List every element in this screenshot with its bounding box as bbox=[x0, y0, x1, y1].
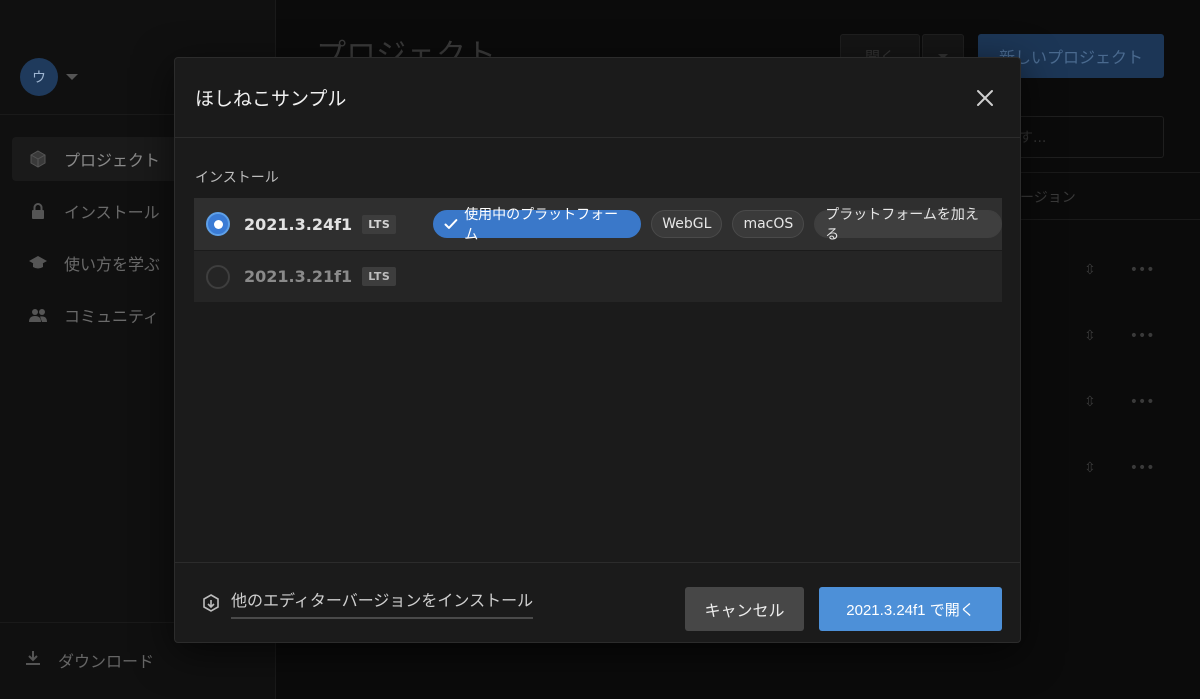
download-label: ダウンロード bbox=[58, 652, 155, 671]
chevron-down-icon[interactable] bbox=[66, 74, 78, 80]
chip-label: 使用中のプラットフォーム bbox=[464, 207, 619, 243]
graduation-cap-icon bbox=[28, 253, 48, 273]
install-other-version-link[interactable]: 他のエディターバージョンをインストール bbox=[201, 587, 534, 619]
dialog-title: ほしねこサンプル bbox=[195, 88, 347, 110]
checkmark-icon bbox=[444, 219, 458, 229]
lts-badge: LTS bbox=[362, 214, 397, 234]
sidebar-item-label: プロジェクト bbox=[64, 151, 161, 170]
avatar[interactable]: ウ bbox=[20, 58, 58, 96]
download-icon bbox=[24, 649, 42, 671]
project-row-controls: ⇳ ••• bbox=[1084, 328, 1155, 344]
webgl-platform-chip[interactable]: WebGL bbox=[651, 210, 723, 238]
version-radio[interactable] bbox=[206, 264, 230, 289]
account-menu[interactable]: ウ bbox=[20, 58, 78, 96]
project-row-controls: ⇳ ••• bbox=[1084, 460, 1155, 476]
download-button[interactable]: ダウンロード bbox=[24, 648, 154, 672]
sort-icon[interactable]: ⇳ bbox=[1084, 460, 1096, 476]
cancel-button[interactable]: キャンセル bbox=[685, 587, 804, 631]
search-input[interactable]: す... bbox=[1010, 116, 1164, 158]
install-other-version-label: 他のエディターバージョンをインストール bbox=[231, 587, 534, 619]
platform-chips: 使用中のプラットフォーム WebGL macOS プラットフォームを加える bbox=[433, 207, 1002, 243]
section-label: インストール bbox=[195, 170, 279, 186]
sidebar-item-label: 使い方を学ぶ bbox=[64, 255, 161, 274]
sidebar-item-label: コミュニティ bbox=[64, 307, 160, 326]
version-radio-selected[interactable] bbox=[206, 212, 230, 236]
more-icon[interactable]: ••• bbox=[1130, 262, 1155, 278]
more-icon[interactable]: ••• bbox=[1130, 328, 1155, 344]
project-row-controls: ⇳ ••• bbox=[1084, 262, 1155, 278]
macos-platform-chip[interactable]: macOS bbox=[732, 210, 805, 238]
sort-icon[interactable]: ⇳ bbox=[1084, 262, 1096, 278]
cube-icon bbox=[28, 149, 48, 169]
more-icon[interactable]: ••• bbox=[1130, 394, 1155, 410]
sidebar-item-label: インストール bbox=[64, 203, 160, 222]
install-package-icon bbox=[203, 594, 219, 612]
in-use-platform-chip[interactable]: 使用中のプラットフォーム bbox=[433, 207, 642, 243]
dialog-header: ほしねこサンプル bbox=[175, 58, 1020, 138]
lts-badge: LTS bbox=[362, 267, 397, 286]
version-number: 2021.3.21f1 bbox=[244, 267, 353, 286]
sort-icon[interactable]: ⇳ bbox=[1084, 328, 1096, 344]
add-platform-chip[interactable]: プラットフォームを加える bbox=[814, 207, 1002, 243]
lock-icon bbox=[28, 201, 48, 221]
dialog-footer: 他のエディターバージョンをインストール キャンセル 2021.3.24f1 で開… bbox=[175, 562, 1020, 642]
editor-version-dialog: ほしねこサンプル インストール 2021.3.24f1 LTS 使用中のプラット… bbox=[174, 57, 1021, 643]
project-row-controls: ⇳ ••• bbox=[1084, 394, 1155, 410]
close-icon bbox=[977, 89, 993, 106]
list-item-version-selected[interactable]: 2021.3.24f1 LTS 使用中のプラットフォーム WebGL macOS… bbox=[194, 198, 1002, 250]
sort-icon[interactable]: ⇳ bbox=[1084, 394, 1096, 410]
open-with-version-button[interactable]: 2021.3.24f1 で開く bbox=[819, 587, 1002, 631]
more-icon[interactable]: ••• bbox=[1130, 460, 1155, 476]
list-item-version[interactable]: 2021.3.21f1 LTS bbox=[194, 250, 1002, 302]
version-number: 2021.3.24f1 bbox=[244, 214, 353, 234]
close-dialog-button[interactable] bbox=[970, 83, 1000, 113]
people-icon bbox=[28, 305, 48, 325]
installed-versions-list: 2021.3.24f1 LTS 使用中のプラットフォーム WebGL macOS… bbox=[194, 198, 1002, 302]
